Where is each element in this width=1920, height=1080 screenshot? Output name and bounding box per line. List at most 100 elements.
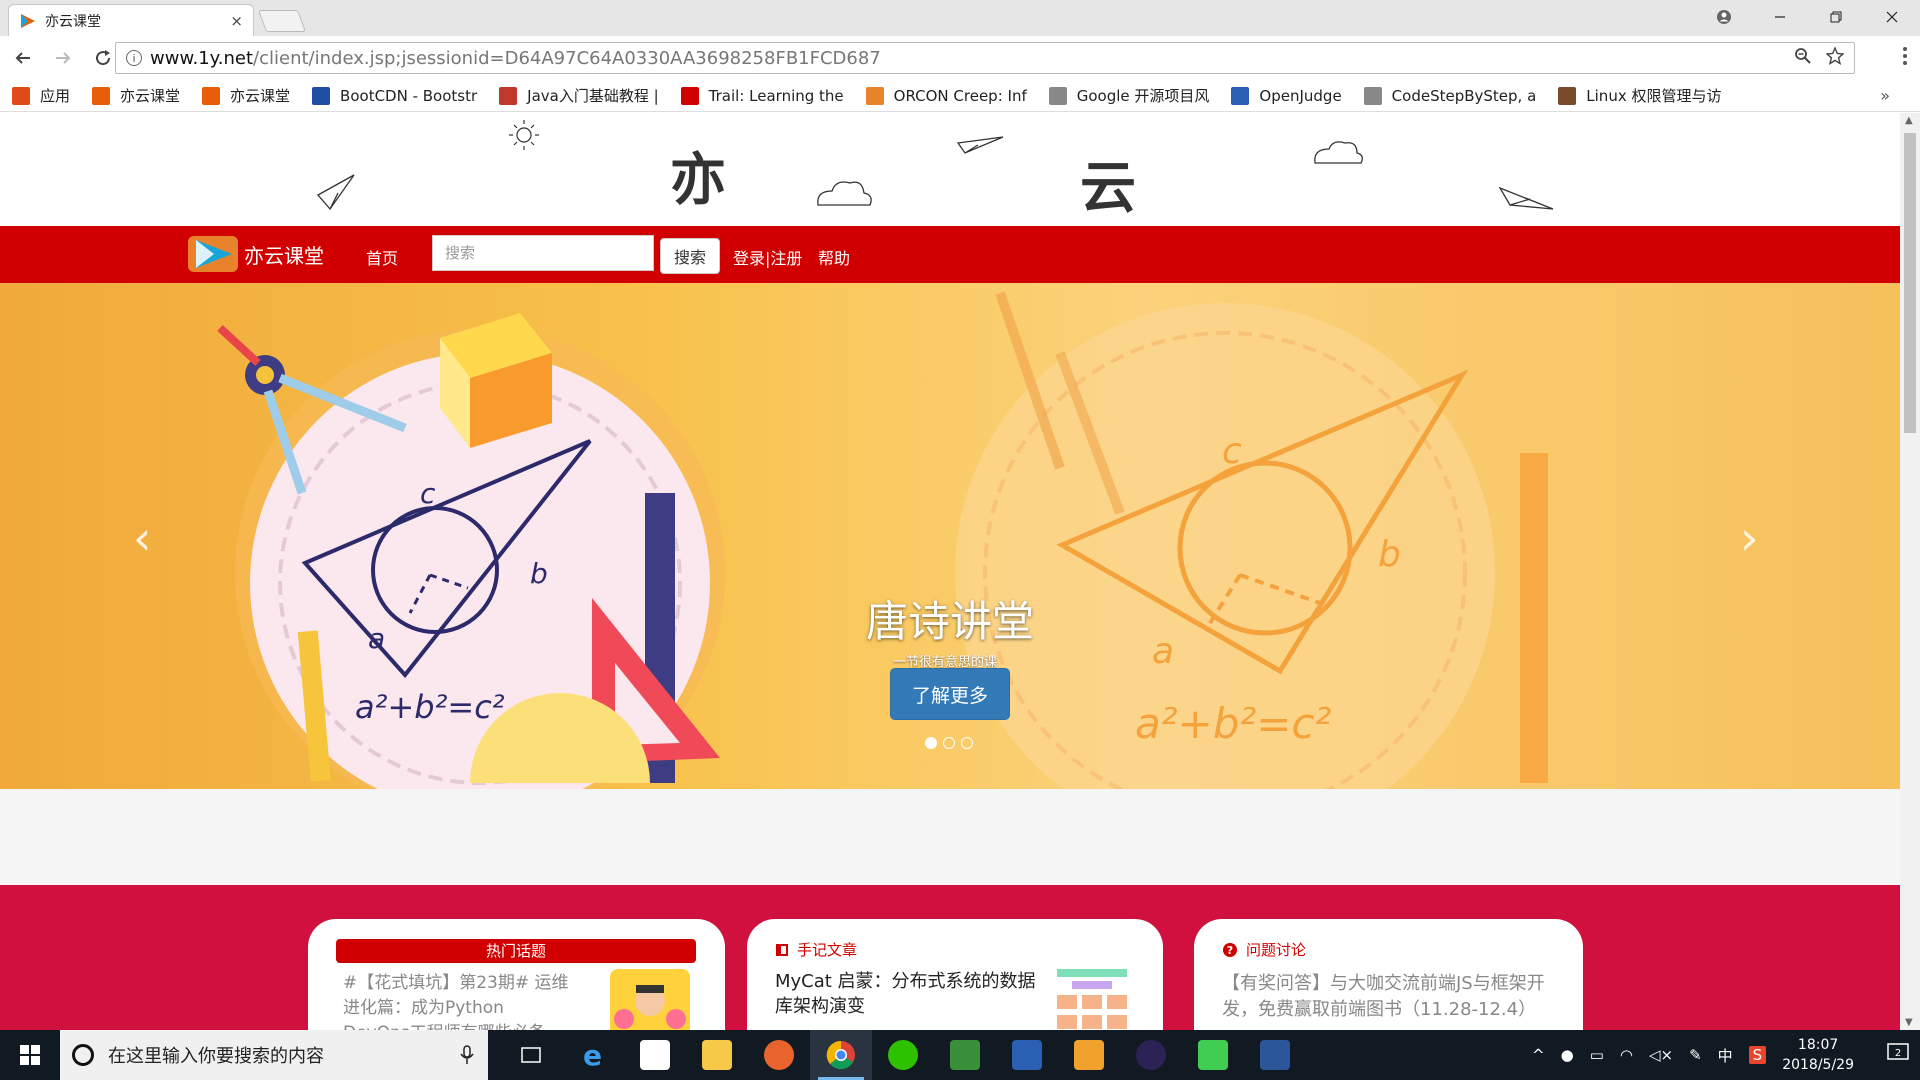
site-search-button[interactable]: 搜索: [660, 238, 720, 274]
carousel-indicator-dot[interactable]: [943, 737, 955, 749]
taskbar-sticky-notes[interactable]: [624, 1030, 686, 1080]
site-info-icon[interactable]: i: [126, 50, 142, 66]
formula-left: a²+b²=c²: [355, 688, 505, 726]
nav-home-link[interactable]: 首页: [366, 245, 398, 269]
taskbar-app-green[interactable]: [934, 1030, 996, 1080]
minimize-button[interactable]: [1752, 0, 1808, 34]
start-button[interactable]: [0, 1030, 60, 1080]
taskbar-edge[interactable]: e: [562, 1030, 624, 1080]
hot-topic-card[interactable]: 热门话题 #【花式填坑】第23期# 运维进化篇：成为Python DevOps工…: [308, 919, 725, 1030]
database-diagram-thumbnail-icon: [1057, 969, 1127, 1029]
bookmark-item[interactable]: BootCDN - Bootstr: [312, 86, 477, 105]
taskbar-word[interactable]: [1244, 1030, 1306, 1080]
hot-topic-text[interactable]: #【花式填坑】第23期# 运维进化篇：成为Python DevOps工程师有哪些…: [343, 971, 573, 1030]
scroll-down-arrow-icon[interactable]: ▼: [1905, 1017, 1913, 1028]
new-tab-button[interactable]: [257, 10, 307, 32]
nav-help-link[interactable]: 帮助: [818, 245, 850, 269]
svg-text:2: 2: [1895, 1048, 1901, 1059]
browser-menu-icon[interactable]: [1902, 46, 1908, 70]
taskbar-search-box[interactable]: 在这里输入你要搜索的内容: [60, 1030, 488, 1080]
formula-right: a²+b²=c²: [1135, 699, 1332, 748]
bookmark-item[interactable]: 亦云课堂: [202, 85, 290, 106]
bookmark-star-icon[interactable]: [1826, 47, 1844, 65]
action-center-button[interactable]: 2: [1876, 1042, 1920, 1068]
bookmark-item[interactable]: ORCON Creep: Inf: [865, 86, 1027, 105]
taskbar-app-orange[interactable]: [1058, 1030, 1120, 1080]
back-arrow-icon: [15, 52, 30, 64]
bookmark-label: 亦云课堂: [120, 87, 181, 105]
bookmark-label: ORCON Creep: Inf: [893, 86, 1027, 105]
taskbar-qt[interactable]: [1182, 1030, 1244, 1080]
url-host: www.1y.net: [150, 47, 254, 69]
carousel-prev-button[interactable]: ‹: [133, 511, 151, 565]
carousel-next-button[interactable]: ›: [1740, 511, 1758, 565]
devops-thumbnail-icon: [610, 969, 690, 1030]
carousel-indicator-dot[interactable]: [925, 737, 937, 749]
restore-button[interactable]: [1808, 0, 1864, 34]
bookmark-item[interactable]: Trail: Learning the: [680, 86, 844, 105]
profile-icon[interactable]: [1696, 0, 1752, 34]
microphone-icon[interactable]: [460, 1045, 474, 1065]
bookmark-favicon-icon: [1231, 86, 1250, 105]
volume-muted-icon[interactable]: ◁×: [1649, 1046, 1673, 1064]
address-bar[interactable]: i www.1y.net/client/index.jsp;jsessionid…: [115, 42, 1855, 74]
taskbar-firefox[interactable]: [748, 1030, 810, 1080]
bookmark-label: Trail: Learning the: [708, 86, 844, 105]
book-icon: [776, 943, 788, 956]
taskbar-devcpp[interactable]: [996, 1030, 1058, 1080]
wifi-icon[interactable]: ◠: [1620, 1046, 1633, 1064]
bookmark-item[interactable]: CodeStepByStep, a: [1363, 86, 1536, 105]
taskbar-chrome[interactable]: [810, 1030, 872, 1080]
logo-calligraphy-yi: 亦: [670, 147, 726, 213]
site-brand[interactable]: 亦云课堂: [188, 236, 324, 272]
taskbar-wechat[interactable]: [872, 1030, 934, 1080]
site-search-input[interactable]: [432, 235, 654, 271]
close-window-button[interactable]: [1864, 0, 1920, 34]
article-card[interactable]: 手记文章 MyCat 启蒙：分布式系统的数据库架构演变: [747, 919, 1163, 1030]
header-doodles: [316, 120, 1554, 211]
article-header: 手记文章: [775, 939, 857, 960]
bookmark-favicon-icon: [202, 86, 221, 105]
apps-grid-icon: [12, 86, 30, 105]
bookmark-item[interactable]: Google 开源项目风: [1048, 85, 1209, 106]
battery-icon[interactable]: ▭: [1590, 1046, 1604, 1064]
bookmark-item[interactable]: 应用: [12, 85, 70, 106]
forward-button[interactable]: [46, 41, 80, 75]
brand-name: 亦云课堂: [244, 243, 324, 268]
taskbar-eclipse[interactable]: [1120, 1030, 1182, 1080]
bookmark-label: Linux 权限管理与访: [1586, 87, 1722, 105]
pen-icon[interactable]: ✎: [1689, 1046, 1702, 1064]
folder-icon: [702, 1040, 732, 1070]
tray-wechat-icon[interactable]: ●: [1561, 1046, 1574, 1064]
triangle-label-b-right: b: [1378, 534, 1401, 575]
taskbar-file-explorer[interactable]: [686, 1030, 748, 1080]
article-text[interactable]: MyCat 启蒙：分布式系统的数据库架构演变: [775, 969, 1045, 1019]
tray-expand-icon[interactable]: ^: [1532, 1046, 1545, 1064]
sogou-ime-icon[interactable]: S: [1748, 1046, 1767, 1064]
bookmark-item[interactable]: OpenJudge: [1231, 86, 1342, 105]
logo-calligraphy-yun: 云: [1080, 155, 1136, 221]
carousel-indicator-dot[interactable]: [961, 737, 973, 749]
scrollbar-thumb[interactable]: [1904, 133, 1916, 433]
carousel-learn-more-button[interactable]: 了解更多: [890, 668, 1010, 720]
bookmark-item[interactable]: Java入门基础教程 |: [499, 85, 659, 106]
page-scrollbar[interactable]: ▲ ▼: [1900, 113, 1920, 1030]
bookmark-item[interactable]: Linux 权限管理与访: [1558, 85, 1721, 106]
ime-indicator[interactable]: 中: [1718, 1045, 1733, 1066]
question-text[interactable]: 【有奖问答】与大咖交流前端JS与框架开发，免费赢取前端图书（11.28-12.4…: [1222, 971, 1562, 1023]
bookmarks-overflow-button[interactable]: »: [1880, 86, 1890, 105]
bookmark-item[interactable]: 亦云课堂: [92, 85, 180, 106]
back-button[interactable]: [6, 41, 40, 75]
bookmark-favicon-icon: [1048, 86, 1067, 105]
question-card[interactable]: ? 问题讨论 【有奖问答】与大咖交流前端JS与框架开发，免费赢取前端图书（11.…: [1194, 919, 1583, 1030]
triangle-label-a: a: [368, 622, 385, 655]
tab-active[interactable]: 亦云课堂 ×: [8, 4, 254, 36]
tab-close-button[interactable]: ×: [230, 12, 243, 30]
zoom-icon[interactable]: [1794, 47, 1812, 65]
bookmark-favicon-icon: [680, 86, 699, 105]
task-view-button[interactable]: [500, 1030, 562, 1080]
nav-login-register-link[interactable]: 登录|注册: [733, 245, 802, 269]
bookmark-favicon-icon: [499, 86, 518, 105]
scroll-up-arrow-icon[interactable]: ▲: [1905, 115, 1913, 126]
taskbar-clock[interactable]: 18:07 2018/5/29: [1782, 1035, 1854, 1075]
